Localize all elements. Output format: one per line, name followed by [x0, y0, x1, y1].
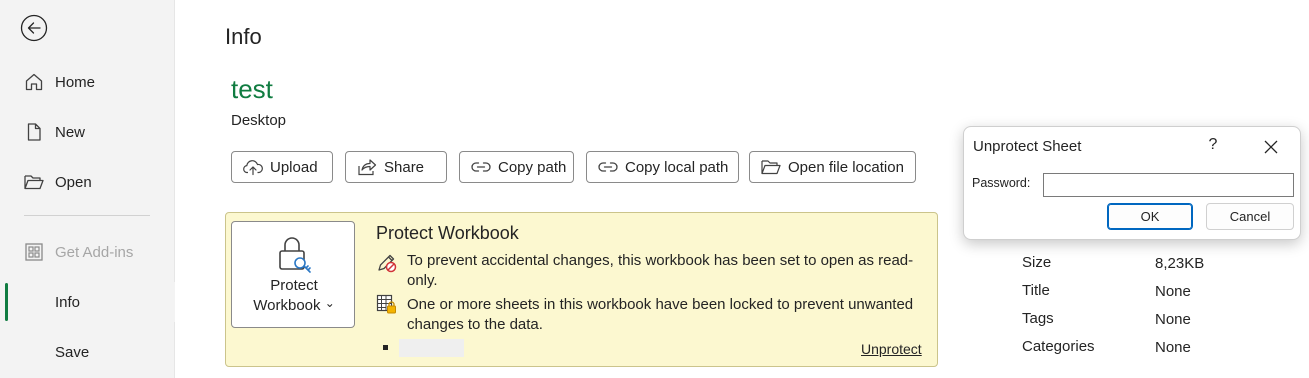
copy-local-path-button[interactable]: Copy local path — [586, 151, 739, 183]
nav-save[interactable]: Save — [0, 332, 175, 372]
nav-info[interactable]: Info — [0, 282, 175, 322]
prop-tags-name: Tags — [1022, 310, 1054, 327]
nav-open-label: Open — [55, 173, 92, 191]
prop-categories-value[interactable]: None — [1155, 339, 1191, 356]
help-button[interactable]: ? — [1201, 136, 1225, 158]
home-icon — [23, 71, 45, 93]
protect-workbook-button[interactable]: Protect Workbook ⌄ — [231, 221, 355, 328]
password-label: Password: — [972, 176, 1031, 190]
nav-get-add-ins[interactable]: Get Add-ins — [0, 232, 175, 272]
backstage-sidebar: Home New Open Get Add-ins Info Save — [0, 0, 175, 378]
open-file-location-label: Open file location — [788, 158, 904, 176]
locked-sheet-icon — [376, 294, 396, 314]
locked-sheets-line-2: changes to the data. — [407, 316, 543, 333]
back-button[interactable] — [20, 14, 48, 42]
folder-icon — [761, 160, 781, 175]
unprotect-sheet-dialog: Unprotect Sheet ? Password: OK Cancel — [963, 126, 1301, 240]
lock-key-icon — [279, 237, 311, 273]
no-edit-pencil-icon — [378, 254, 397, 273]
link-icon — [598, 162, 618, 172]
cancel-button[interactable]: Cancel — [1206, 203, 1294, 230]
close-button[interactable] — [1257, 135, 1285, 159]
locked-sheets-message: One or more sheets in this workbook have… — [407, 295, 927, 335]
sheet-name-redacted — [399, 339, 464, 357]
share-icon — [358, 159, 377, 176]
dialog-title: Unprotect Sheet — [973, 138, 1082, 155]
sidebar-divider — [24, 215, 150, 216]
excel-backstage: Home New Open Get Add-ins Info Save Info… — [0, 0, 1309, 378]
prop-tags-value[interactable]: None — [1155, 311, 1191, 328]
prop-title-value[interactable]: None — [1155, 283, 1191, 300]
prop-size-name: Size — [1022, 254, 1052, 271]
add-ins-grid-icon — [23, 241, 45, 263]
copy-path-label: Copy path — [498, 158, 567, 176]
upload-button[interactable]: Upload — [231, 151, 333, 183]
copy-local-path-label: Copy local path — [625, 158, 729, 176]
share-button[interactable]: Share — [345, 151, 447, 183]
password-field[interactable] — [1043, 173, 1294, 197]
prop-categories-name: Categories — [1022, 338, 1095, 355]
chevron-down-icon: ⌄ — [324, 296, 335, 310]
ok-button[interactable]: OK — [1107, 203, 1193, 230]
protect-label-line2: Workbook ⌄ — [232, 296, 356, 316]
file-name: test — [231, 74, 273, 104]
copy-path-button[interactable]: Copy path — [459, 151, 574, 183]
nav-new-label: New — [55, 123, 86, 141]
sheet-bullet — [383, 345, 388, 350]
new-document-icon — [23, 121, 45, 143]
nav-open[interactable]: Open — [0, 162, 175, 202]
read-only-message: To prevent accidental changes, this work… — [407, 251, 927, 291]
open-file-location-button[interactable]: Open file location — [749, 151, 916, 183]
locked-sheets-line-1: One or more sheets in this workbook have… — [407, 296, 914, 313]
protect-label-text: Workbook — [253, 297, 321, 314]
protect-label-line1: Protect — [270, 277, 318, 294]
back-arrow-icon — [20, 14, 48, 42]
read-only-line-1: To prevent accidental changes, this work… — [407, 252, 914, 269]
nav-get-add-ins-label: Get Add-ins — [55, 243, 134, 261]
protect-heading: Protect Workbook — [376, 223, 519, 243]
open-folder-icon — [23, 171, 45, 193]
share-label: Share — [384, 158, 425, 176]
upload-label: Upload — [270, 158, 318, 176]
close-icon — [1264, 140, 1278, 154]
link-icon — [471, 162, 491, 172]
unprotect-link[interactable]: Unprotect — [861, 341, 922, 357]
prop-size-value: 8,23KB — [1155, 255, 1205, 272]
nav-new[interactable]: New — [0, 112, 175, 152]
nav-home-label: Home — [55, 73, 96, 91]
protect-workbook-label: Protect Workbook ⌄ — [232, 276, 356, 316]
nav-info-label: Info — [55, 293, 81, 311]
page-title: Info — [225, 24, 262, 49]
nav-save-label: Save — [55, 343, 90, 361]
active-indicator — [5, 283, 8, 321]
upload-cloud-icon — [243, 160, 263, 176]
read-only-line-2: only. — [407, 272, 438, 289]
nav-home[interactable]: Home — [0, 62, 175, 102]
file-location: Desktop — [231, 112, 287, 129]
prop-title-name: Title — [1022, 282, 1050, 299]
